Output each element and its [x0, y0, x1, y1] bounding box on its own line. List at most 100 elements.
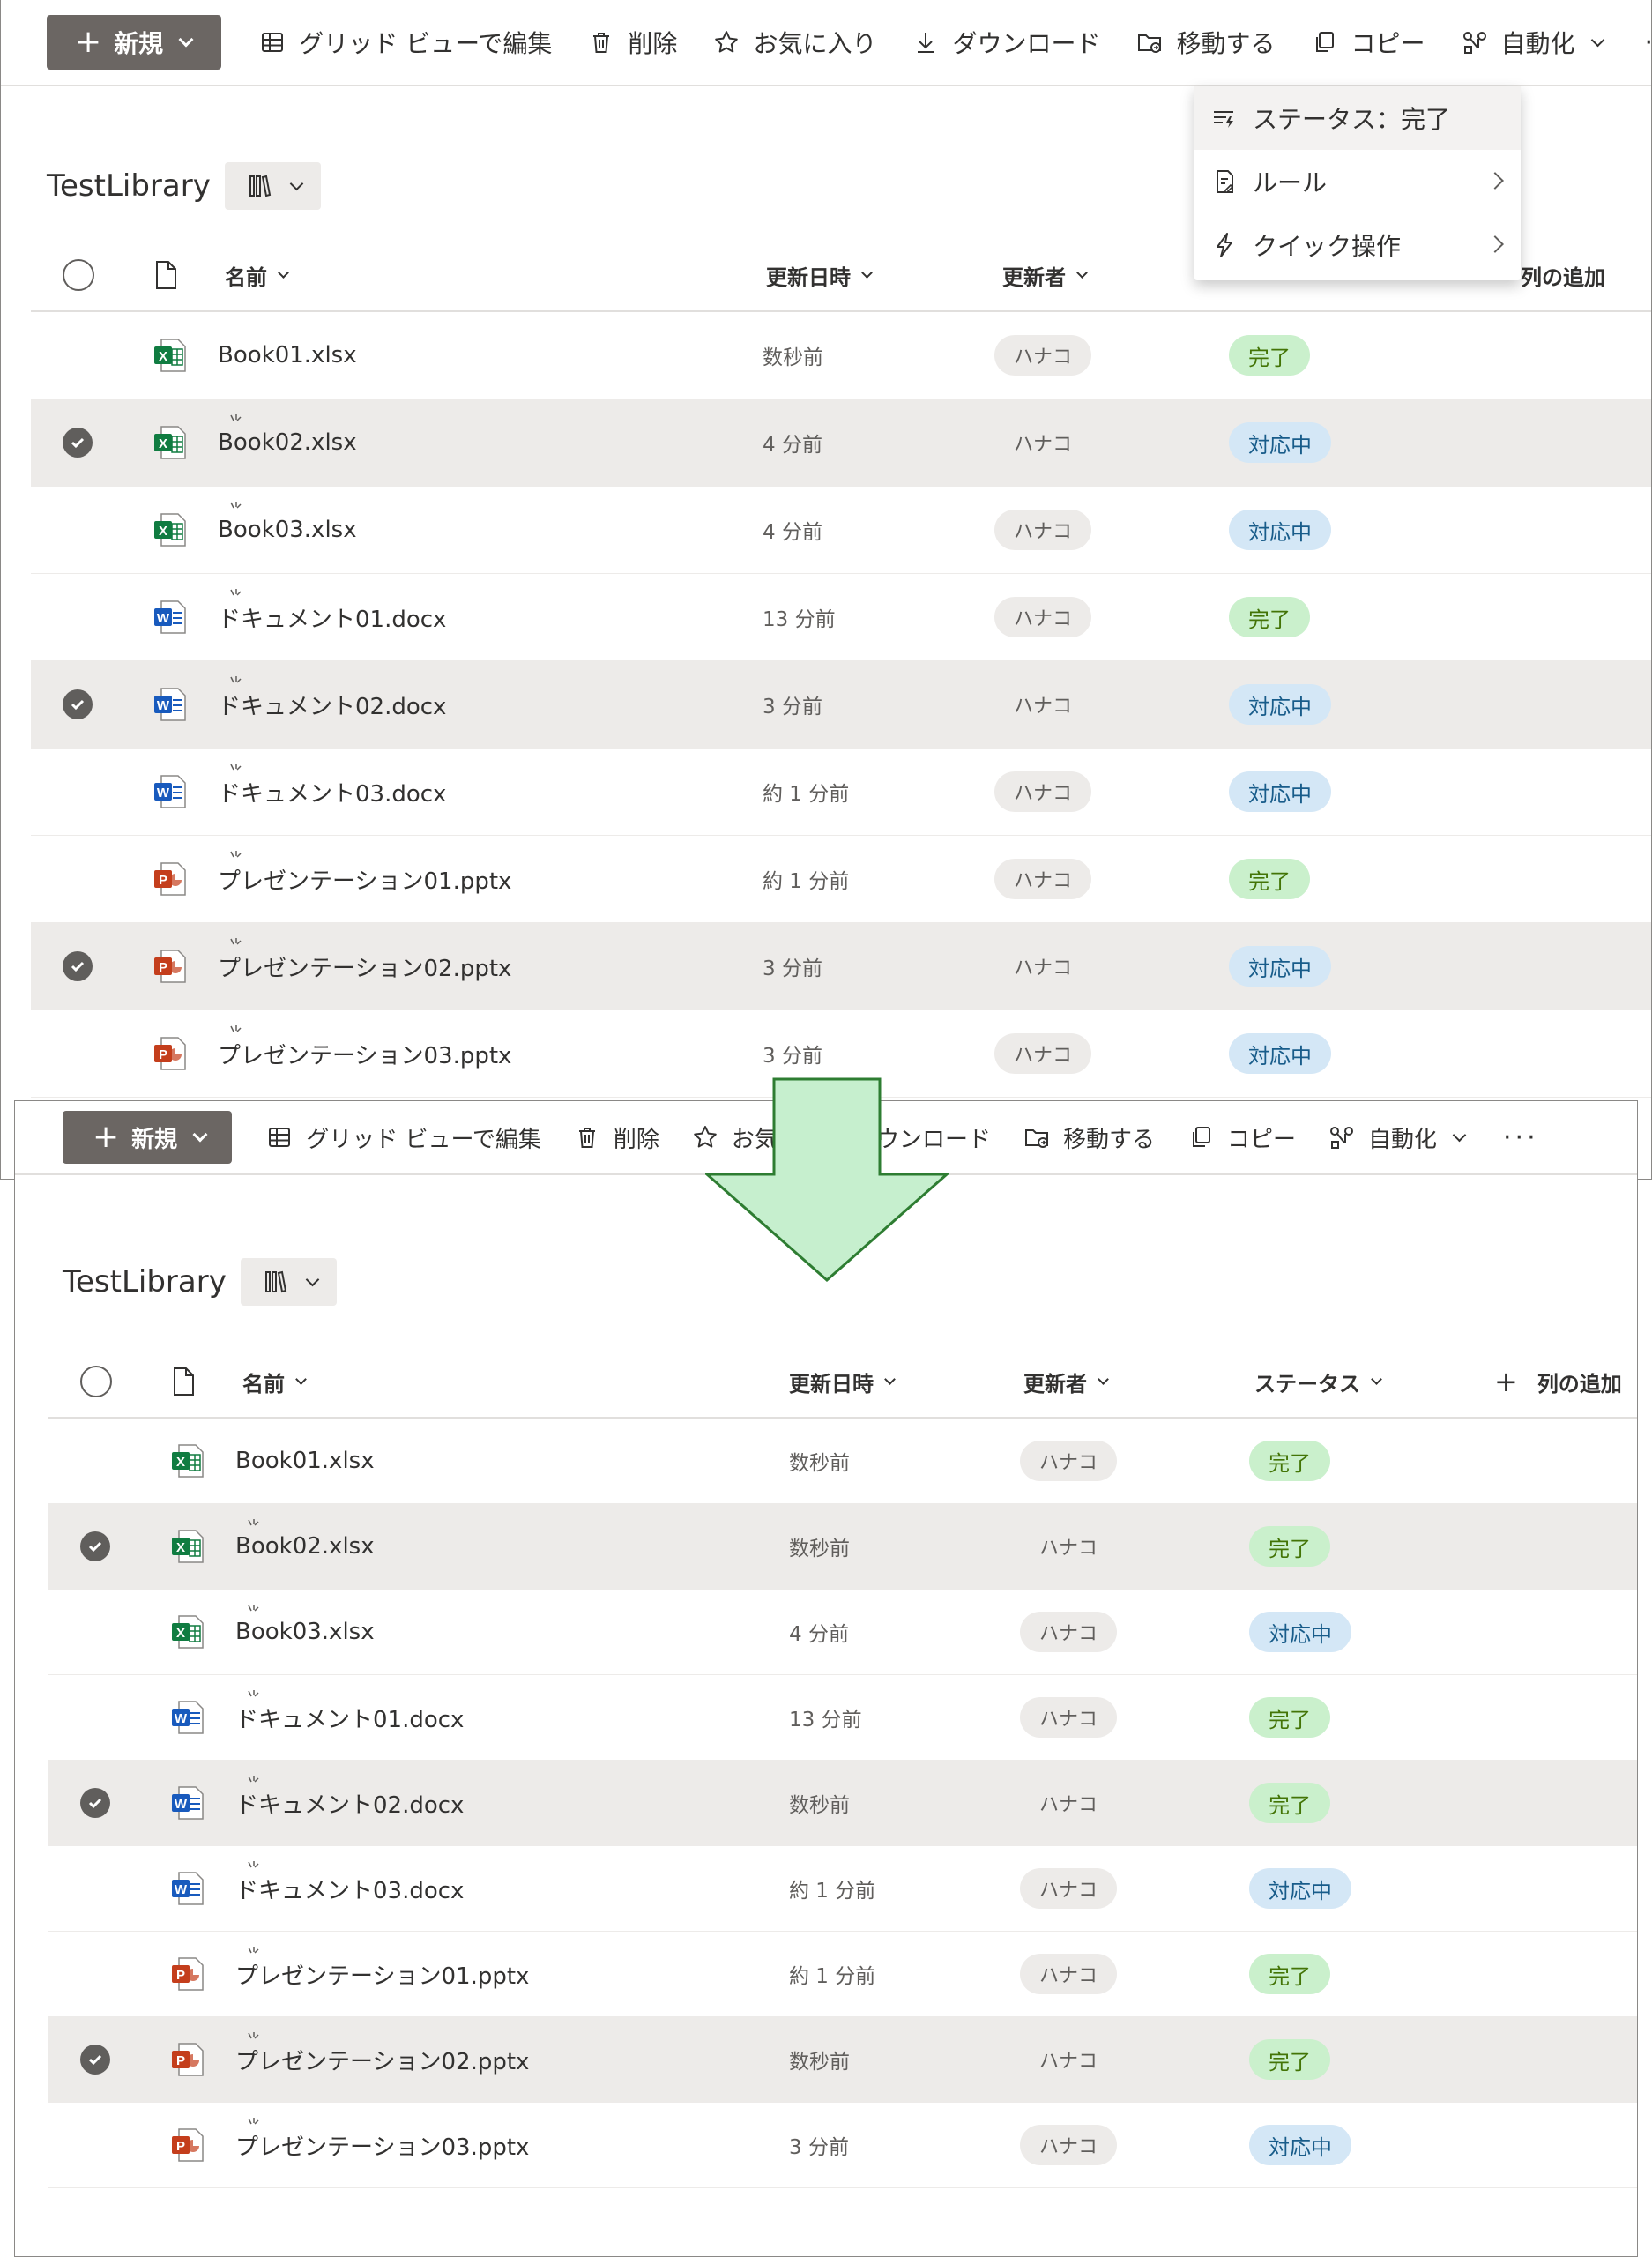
modified-by-cell[interactable]: ハナコ — [994, 1010, 1092, 1097]
file-name-link[interactable]: プレゼンテーション01.pptx — [235, 1932, 529, 2016]
file-name-link[interactable]: ドキュメント02.docx — [235, 1761, 464, 1845]
grid-view-button[interactable]: グリッド ビューで編集 — [265, 1121, 541, 1154]
row-checkbox[interactable] — [80, 2017, 110, 2102]
move-button[interactable]: 移動する — [1135, 25, 1275, 60]
status-cell[interactable]: 完了 — [1249, 1932, 1330, 2016]
modified-by-cell[interactable]: ハナコ — [1020, 1590, 1118, 1674]
status-cell[interactable]: 完了 — [1229, 836, 1310, 922]
table-row[interactable]: P プレゼンテーション03.pptx 3 分前 ハナコ 対応中 — [48, 2103, 1637, 2188]
favorite-button[interactable]: お気に入り — [712, 25, 876, 60]
table-row[interactable]: P プレゼンテーション02.pptx 3 分前 ハナコ 対応中 — [31, 923, 1651, 1010]
copy-button[interactable]: コピー — [1187, 1121, 1296, 1154]
status-cell[interactable]: 対応中 — [1229, 487, 1331, 573]
menu-item-status-done[interactable]: ステータス：完了 — [1194, 86, 1521, 150]
table-row[interactable]: X Book01.xlsx 数秒前 ハナコ 完了 — [48, 1419, 1637, 1504]
view-switcher-button[interactable] — [224, 162, 321, 210]
file-name-link[interactable]: ドキュメント02.docx — [218, 661, 446, 748]
table-row[interactable]: W ドキュメント01.docx 13 分前 ハナコ 完了 — [31, 574, 1651, 661]
more-icon[interactable]: ··· — [1645, 27, 1651, 58]
file-name-link[interactable]: プレゼンテーション02.pptx — [235, 2017, 529, 2102]
file-type-header[interactable] — [170, 1345, 197, 1419]
file-name-link[interactable]: ドキュメント03.docx — [235, 1846, 464, 1931]
file-name-link[interactable]: Book01.xlsx — [218, 312, 357, 399]
status-cell[interactable]: 対応中 — [1229, 749, 1331, 835]
more-icon[interactable]: ··· — [1503, 1122, 1539, 1153]
status-cell[interactable]: 完了 — [1229, 574, 1310, 660]
add-column-button[interactable]: 列の追加 — [1521, 238, 1605, 312]
modified-by-cell[interactable]: ハナコ — [1020, 1846, 1118, 1931]
status-cell[interactable]: 対応中 — [1229, 1010, 1331, 1097]
modified-by-cell[interactable]: ハナコ — [1020, 1504, 1117, 1589]
status-cell[interactable]: 完了 — [1249, 1675, 1330, 1760]
table-row[interactable]: X Book03.xlsx 4 分前 ハナコ 対応中 — [48, 1590, 1637, 1675]
row-checkbox[interactable] — [80, 1504, 110, 1589]
status-cell[interactable]: 完了 — [1249, 2017, 1330, 2102]
file-name-link[interactable]: ドキュメント01.docx — [218, 574, 446, 660]
modified-by-cell[interactable]: ハナコ — [1020, 2103, 1118, 2187]
row-checkbox[interactable] — [63, 661, 93, 748]
select-all-checkbox[interactable] — [63, 238, 94, 312]
automate-button[interactable]: 自動化 — [1328, 1121, 1467, 1154]
modified-by-cell[interactable]: ハナコ — [1020, 1419, 1118, 1503]
table-row[interactable]: P プレゼンテーション02.pptx 数秒前 ハナコ 完了 — [48, 2017, 1637, 2103]
modified-by-cell[interactable]: ハナコ — [1020, 1932, 1118, 2016]
status-cell[interactable]: 対応中 — [1229, 661, 1331, 748]
select-all-checkbox[interactable] — [80, 1345, 112, 1419]
status-cell[interactable]: 対応中 — [1249, 1846, 1351, 1931]
file-name-link[interactable]: Book02.xlsx — [235, 1504, 375, 1589]
column-header-name[interactable]: 名前 — [225, 238, 289, 312]
status-cell[interactable]: 対応中 — [1249, 2103, 1351, 2187]
file-name-link[interactable]: Book03.xlsx — [235, 1590, 375, 1674]
file-name-link[interactable]: Book02.xlsx — [218, 399, 357, 486]
table-row[interactable]: W ドキュメント03.docx 約 1 分前 ハナコ 対応中 — [31, 749, 1651, 836]
table-row[interactable]: X Book01.xlsx 数秒前 ハナコ 完了 — [31, 312, 1651, 399]
status-cell[interactable]: 完了 — [1249, 1761, 1330, 1845]
modified-by-cell[interactable]: ハナコ — [1020, 1675, 1118, 1760]
modified-by-cell[interactable]: ハナコ — [994, 574, 1092, 660]
table-row[interactable]: W ドキュメント01.docx 13 分前 ハナコ 完了 — [48, 1675, 1637, 1761]
move-button[interactable]: 移動する — [1023, 1121, 1155, 1154]
modified-by-cell[interactable]: ハナコ — [994, 749, 1092, 835]
column-header-modified[interactable]: 更新日時 — [766, 238, 873, 312]
row-checkbox[interactable] — [80, 1761, 110, 1845]
status-cell[interactable]: 完了 — [1249, 1419, 1330, 1503]
table-row[interactable]: P プレゼンテーション01.pptx 約 1 分前 ハナコ 完了 — [31, 836, 1651, 923]
column-header-modified-by[interactable]: 更新者 — [1002, 238, 1088, 312]
file-name-link[interactable]: ドキュメント03.docx — [218, 749, 446, 835]
modified-by-cell[interactable]: ハナコ — [994, 923, 1091, 1009]
column-header-status[interactable]: ステータス — [1254, 1345, 1382, 1419]
modified-by-cell[interactable]: ハナコ — [1020, 1761, 1117, 1845]
table-row[interactable]: W ドキュメント02.docx 3 分前 ハナコ 対応中 — [31, 661, 1651, 749]
file-name-link[interactable]: プレゼンテーション03.pptx — [218, 1010, 511, 1097]
download-button[interactable]: ダウンロード — [912, 25, 1100, 60]
status-cell[interactable]: 完了 — [1229, 312, 1310, 399]
file-type-header[interactable] — [153, 238, 179, 312]
file-name-link[interactable]: Book03.xlsx — [218, 487, 357, 573]
menu-item-quick-actions[interactable]: クイック操作 — [1194, 213, 1521, 277]
modified-by-cell[interactable]: ハナコ — [1020, 2017, 1117, 2102]
status-cell[interactable]: 対応中 — [1229, 923, 1331, 1009]
new-button[interactable]: + 新規 — [63, 1111, 233, 1164]
file-name-link[interactable]: プレゼンテーション02.pptx — [218, 923, 511, 1009]
modified-by-cell[interactable]: ハナコ — [994, 487, 1092, 573]
column-header-name[interactable]: 名前 — [242, 1345, 307, 1419]
modified-by-cell[interactable]: ハナコ — [994, 312, 1092, 399]
grid-view-button[interactable]: グリッド ビューで編集 — [258, 25, 552, 60]
modified-by-cell[interactable]: ハナコ — [994, 399, 1091, 486]
column-header-modified-by[interactable]: 更新者 — [1023, 1345, 1109, 1419]
row-checkbox[interactable] — [63, 923, 93, 1009]
delete-button[interactable]: 削除 — [587, 25, 677, 60]
view-switcher-button[interactable] — [240, 1258, 337, 1306]
new-button[interactable]: + 新規 — [47, 15, 222, 70]
table-row[interactable]: X Book02.xlsx 4 分前 ハナコ 対応中 — [31, 399, 1651, 487]
table-row[interactable]: X Book02.xlsx 数秒前 ハナコ 完了 — [48, 1504, 1637, 1590]
menu-item-rules[interactable]: ルール — [1194, 150, 1521, 213]
status-cell[interactable]: 完了 — [1249, 1504, 1330, 1589]
column-header-modified[interactable]: 更新日時 — [789, 1345, 896, 1419]
file-name-link[interactable]: プレゼンテーション03.pptx — [235, 2103, 529, 2187]
modified-by-cell[interactable]: ハナコ — [994, 836, 1092, 922]
file-name-link[interactable]: プレゼンテーション01.pptx — [218, 836, 511, 922]
table-row[interactable]: P プレゼンテーション01.pptx 約 1 分前 ハナコ 完了 — [48, 1932, 1637, 2017]
delete-button[interactable]: 削除 — [573, 1121, 659, 1154]
automate-button[interactable]: 自動化 — [1461, 25, 1604, 60]
